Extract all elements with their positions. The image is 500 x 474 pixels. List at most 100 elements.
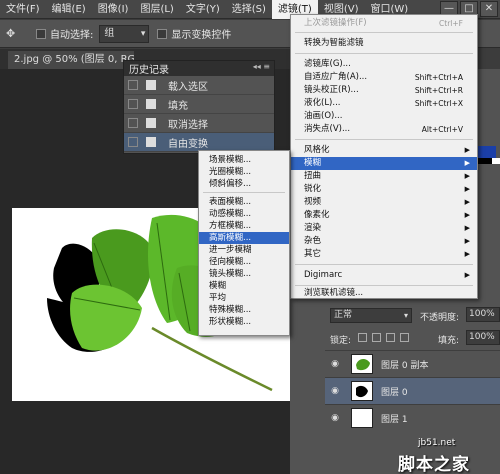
auto-select-checkbox[interactable]: [36, 28, 46, 39]
menu-separator: [295, 264, 473, 265]
eye-icon[interactable]: ◉: [325, 359, 345, 369]
menu-item-pixelate[interactable]: 像素化 ▶: [291, 209, 477, 222]
leaf-thumbnail: [356, 359, 370, 371]
menu-type[interactable]: 文字(Y): [180, 0, 226, 19]
eye-icon[interactable]: ◉: [325, 386, 345, 396]
history-checkbox[interactable]: [128, 99, 138, 109]
submenu-item-radial-blur[interactable]: 径向模糊...: [199, 256, 289, 268]
watermark-logo: 脚本之家: [398, 455, 470, 474]
menu-item-lens-correction[interactable]: 镜头校正(R)... Shift+Ctrl+R: [291, 84, 477, 97]
menu-item-digimarc[interactable]: Digimarc ▶: [291, 269, 477, 282]
fill-input[interactable]: 100%: [466, 330, 500, 345]
lock-position-icon[interactable]: [386, 333, 395, 342]
submenu-arrow-icon: ▶: [464, 159, 470, 167]
menu-separator: [203, 192, 285, 193]
fill-label: 填充:: [438, 336, 460, 346]
auto-select-label: 自动选择:: [50, 30, 94, 41]
shadow-thumbnail-shape: [356, 385, 368, 398]
submenu-item-average[interactable]: 平均: [199, 292, 289, 304]
menu-item-browse-filters-online[interactable]: 浏览联机滤镜...: [291, 287, 477, 300]
submenu-item-motion-blur[interactable]: 动感模糊...: [199, 208, 289, 220]
leaf-thumbnail-shape: [356, 359, 370, 371]
opacity-input[interactable]: 100%: [466, 307, 500, 322]
menu-item-video[interactable]: 视频 ▶: [291, 196, 477, 209]
menu-item-vanishing-point[interactable]: 消失点(V)... Alt+Ctrl+V: [291, 123, 477, 136]
history-panel: 历史记录 ◂◂ ≡ 载入选区 填充 取消选择 自由变换: [123, 60, 275, 154]
menu-item-other[interactable]: 其它 ▶: [291, 248, 477, 261]
layer-row-layer0[interactable]: ◉ 图层 0: [325, 377, 500, 404]
leaf-stem: [151, 326, 273, 392]
layer-name: 图层 0 副本: [381, 360, 429, 371]
submenu-item-blur-more[interactable]: 进一步模糊: [199, 244, 289, 256]
history-step-icon: [146, 80, 156, 90]
menu-select[interactable]: 选择(S): [226, 0, 272, 19]
submenu-arrow-icon: ▶: [464, 172, 470, 180]
layer-thumbnail: [351, 354, 373, 374]
menu-item-convert-smart-filter[interactable]: 转换为智能滤镜: [291, 37, 477, 50]
menu-item-blur[interactable]: 模糊 ▶: [291, 157, 477, 170]
menu-item-oil-paint[interactable]: 油画(O)...: [291, 110, 477, 123]
submenu-item-shape-blur[interactable]: 形状模糊...: [199, 316, 289, 328]
color-swatch-white[interactable]: [492, 158, 500, 164]
lock-all-icon[interactable]: [400, 333, 409, 342]
submenu-arrow-icon: ▶: [464, 237, 470, 245]
document-tab[interactable]: 2.jpg @ 50% (图层 0, RGB/8): [8, 51, 134, 69]
menu-item-filter-gallery[interactable]: 滤镜库(G)...: [291, 58, 477, 71]
color-swatch-blue[interactable]: [478, 146, 496, 158]
move-tool-icon: ✥: [6, 26, 16, 40]
history-panel-header[interactable]: 历史记录 ◂◂ ≡: [124, 61, 274, 76]
history-item-deselect[interactable]: 取消选择: [124, 114, 274, 133]
menu-file[interactable]: 文件(F): [0, 0, 46, 19]
auto-select-dropdown[interactable]: 组: [99, 24, 150, 43]
menu-edit[interactable]: 编辑(E): [46, 0, 92, 19]
history-checkbox[interactable]: [128, 80, 138, 90]
menu-layer[interactable]: 图层(L): [134, 0, 179, 19]
submenu-arrow-icon: ▶: [464, 271, 470, 279]
blur-submenu: 场景模糊... 光圈模糊... 倾斜偏移... 表面模糊... 动感模糊... …: [198, 150, 290, 336]
menu-item-last-filter: 上次滤镜操作(F) Ctrl+F: [304, 18, 463, 28]
close-button[interactable]: ✕: [480, 1, 498, 17]
menu-item-sharpen[interactable]: 锐化 ▶: [291, 183, 477, 196]
layer-name: 图层 0: [381, 387, 408, 398]
submenu-arrow-icon: ▶: [464, 211, 470, 219]
panel-collapse-icon[interactable]: ◂◂ ≡: [253, 62, 270, 71]
history-checkbox[interactable]: [128, 137, 138, 147]
layer-row-copy[interactable]: ◉ 图层 0 副本: [325, 350, 500, 377]
history-step-icon: [146, 137, 156, 147]
menu-item-liquify[interactable]: 液化(L)... Shift+Ctrl+X: [291, 97, 477, 110]
submenu-item-blur[interactable]: 模糊: [199, 280, 289, 292]
menu-item-noise[interactable]: 杂色 ▶: [291, 235, 477, 248]
menu-item-adaptive-wide-angle[interactable]: 自适应广角(A)... Shift+Ctrl+A: [291, 71, 477, 84]
menu-separator: [295, 285, 473, 286]
submenu-item-lens-blur[interactable]: 镜头模糊...: [199, 268, 289, 280]
submenu-item-tilt-shift[interactable]: 倾斜偏移...: [199, 178, 289, 190]
history-step-icon: [146, 99, 156, 109]
color-swatch-black[interactable]: [478, 158, 492, 164]
submenu-item-iris-blur[interactable]: 光圈模糊...: [199, 166, 289, 178]
blend-mode-dropdown[interactable]: 正常: [330, 308, 412, 323]
menu-item-stylize[interactable]: 风格化 ▶: [291, 144, 477, 157]
menu-image[interactable]: 图像(I): [92, 0, 135, 19]
submenu-item-gaussian-blur[interactable]: 高斯模糊...: [199, 232, 289, 244]
lock-transparent-icon[interactable]: [358, 333, 367, 342]
layer-thumbnail: [351, 381, 373, 401]
submenu-arrow-icon: ▶: [464, 146, 470, 154]
submenu-item-surface-blur[interactable]: 表面模糊...: [199, 196, 289, 208]
history-item-fill[interactable]: 填充: [124, 95, 274, 114]
submenu-arrow-icon: ▶: [464, 250, 470, 258]
history-step-icon: [146, 118, 156, 128]
history-item-load-selection[interactable]: 载入选区: [124, 76, 274, 95]
show-transform-checkbox[interactable]: [157, 28, 168, 39]
history-item-label: 载入选区: [168, 81, 208, 93]
submenu-item-smart-blur[interactable]: 特殊模糊...: [199, 304, 289, 316]
layer-row-layer1[interactable]: ◉ 图层 1: [325, 404, 500, 431]
submenu-item-field-blur[interactable]: 场景模糊...: [199, 154, 289, 166]
lock-pixels-icon[interactable]: [372, 333, 381, 342]
history-panel-title: 历史记录: [129, 65, 169, 76]
history-checkbox[interactable]: [128, 118, 138, 128]
submenu-item-box-blur[interactable]: 方框模糊...: [199, 220, 289, 232]
menu-item-distort[interactable]: 扭曲 ▶: [291, 170, 477, 183]
history-item-label: 填充: [168, 100, 188, 112]
eye-icon[interactable]: ◉: [325, 413, 345, 423]
menu-item-render[interactable]: 渲染 ▶: [291, 222, 477, 235]
